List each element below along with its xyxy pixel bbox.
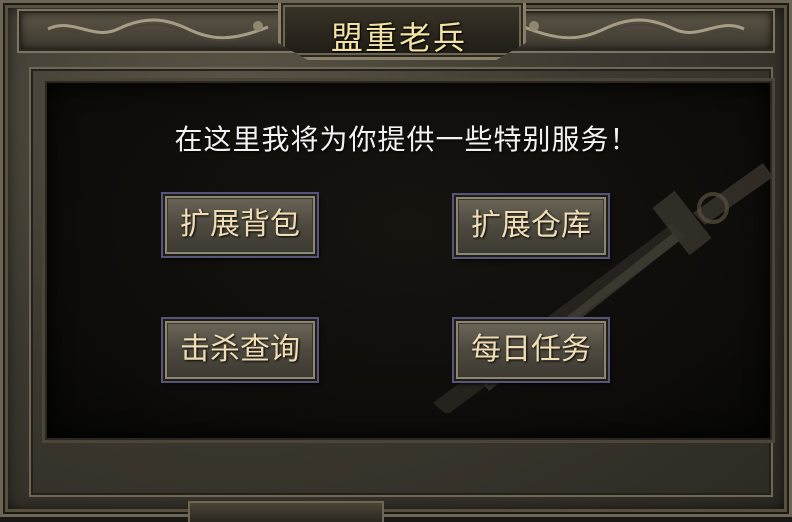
bottom-tab — [188, 501, 384, 522]
expand-warehouse-button[interactable]: 扩展仓库 — [454, 195, 608, 257]
npc-message: 在这里我将为你提供一些特别服务！ — [174, 123, 639, 156]
dialog-title: 盟重老兵 — [330, 19, 467, 57]
dragon-ornament-icon — [523, 18, 745, 42]
expand-backpack-button[interactable]: 扩展背包 — [163, 194, 317, 256]
daily-quest-button[interactable]: 每日任务 — [454, 319, 608, 381]
npc-dialog: 盟重老兵 在这里我将为你提供一些特别服务！ 扩展背包 扩展仓库 击杀查询 每日任… — [0, 0, 792, 522]
kill-query-button[interactable]: 击杀查询 — [163, 319, 317, 381]
dragon-ornament-icon — [47, 18, 269, 42]
